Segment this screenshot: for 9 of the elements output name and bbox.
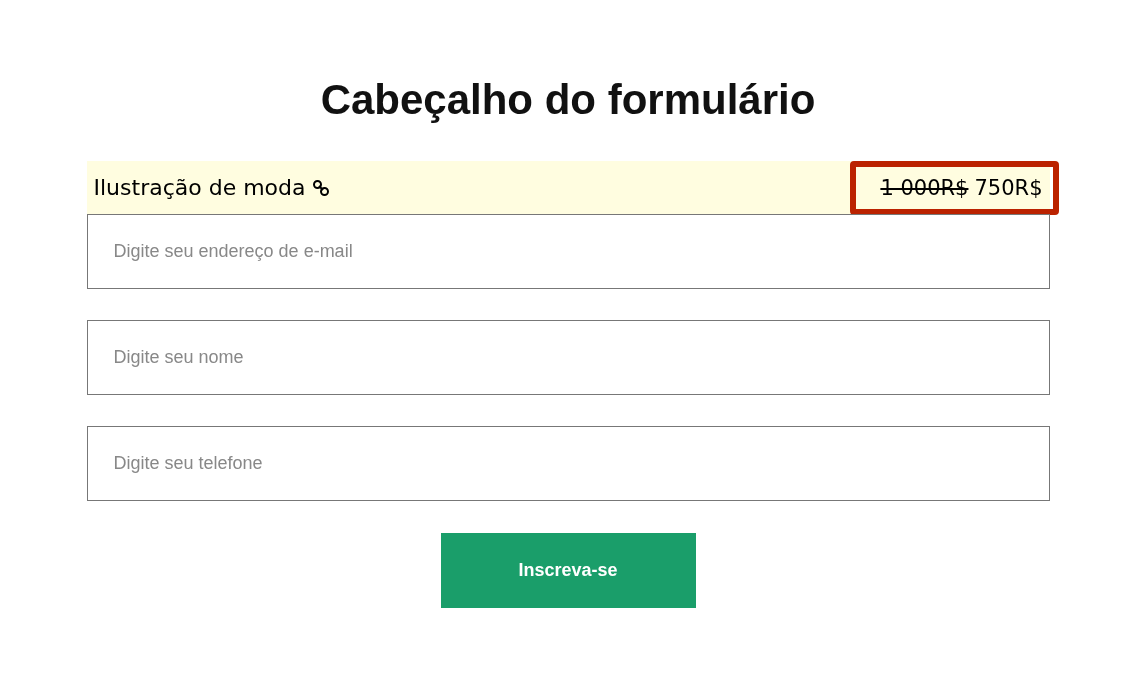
link-icon xyxy=(311,178,330,197)
input-field[interactable]: Digite seu endereço de e-mail xyxy=(86,214,1050,289)
input-field[interactable]: Digite seu telefone xyxy=(86,426,1050,501)
subscribe-button[interactable]: Inscreva-se xyxy=(440,533,696,608)
old-price: 1 000R$ xyxy=(880,175,969,200)
input-field[interactable]: Digite seu nome xyxy=(86,320,1050,395)
product-name: Ilustração de moda xyxy=(93,175,306,200)
form-heading: Cabeçalho do formulário xyxy=(320,75,816,125)
price: 750R$ xyxy=(974,175,1043,200)
